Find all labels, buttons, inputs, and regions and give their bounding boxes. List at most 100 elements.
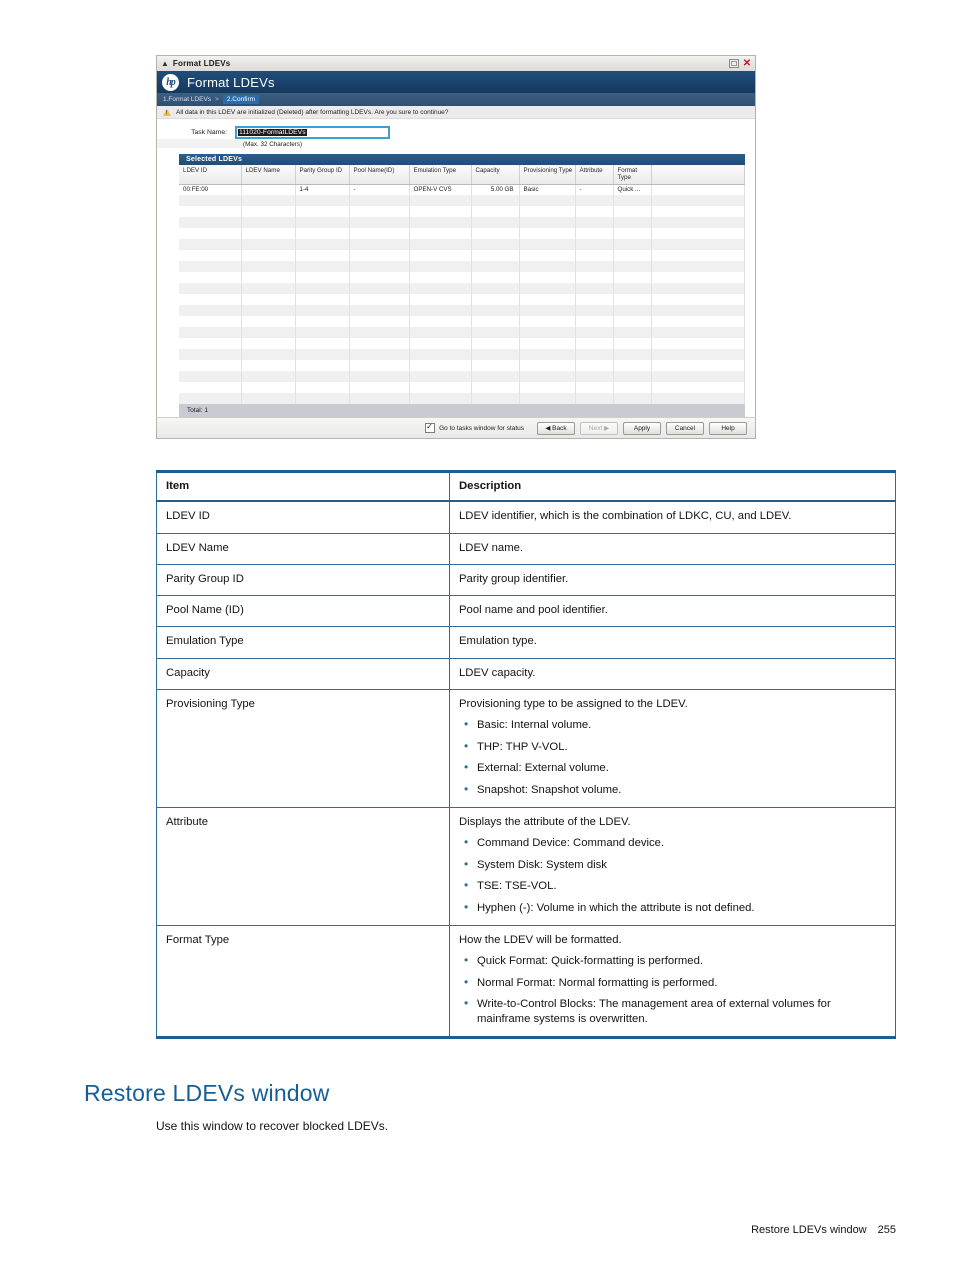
cell-pool-name-id — [349, 294, 410, 305]
cell-pool-name-id — [349, 327, 410, 338]
cell-format-type — [613, 371, 652, 382]
table-row[interactable] — [179, 195, 745, 206]
table-row[interactable] — [179, 327, 745, 338]
table-row[interactable] — [179, 250, 745, 261]
cell-format-type — [613, 195, 652, 206]
table-row[interactable] — [179, 371, 745, 382]
cell-pool-name-id: - — [349, 184, 410, 195]
column-header-attribute[interactable]: Attribute — [575, 165, 614, 185]
table-row[interactable] — [179, 360, 745, 371]
doc-bullet-list: Basic: Internal volume. THP: THP V-VOL. Ex… — [459, 717, 886, 798]
doc-bullet-item: Quick Format: Quick-formatting is perfor… — [464, 953, 886, 969]
column-header-pool-name-id[interactable]: Pool Name(ID) — [349, 165, 410, 185]
cell-attribute — [575, 371, 614, 382]
table-row[interactable]: 00:FE:00 1-4- OPEN-V CVS 5.00 GB Basic - Quick… — [179, 184, 745, 195]
cell-parity-group-id — [295, 228, 350, 239]
column-header-spacer — [651, 165, 745, 185]
go-to-tasks-window-checkbox[interactable]: Go to tasks window for status — [425, 422, 524, 433]
hp-logo-icon: hp — [162, 73, 179, 91]
cell-emulation-type — [409, 349, 472, 360]
table-row[interactable] — [179, 272, 745, 283]
cell-provisioning-type: Basic — [519, 184, 576, 195]
cell-ldev-id — [179, 360, 242, 371]
window-menu-icon[interactable]: ▲ — [161, 59, 169, 68]
cell-emulation-type — [409, 360, 472, 371]
cell-emulation-type — [409, 338, 472, 349]
doc-bullet-item: Command Device: Command device. — [464, 835, 886, 851]
column-header-emulation-type[interactable]: Emulation Type — [409, 165, 472, 185]
breadcrumb-step-2[interactable]: 2.Confirm — [222, 95, 260, 104]
cell-pool-name-id — [349, 239, 410, 250]
table-row[interactable] — [179, 283, 745, 294]
cell-spacer — [651, 338, 745, 349]
column-header-parity-group-id[interactable]: Parity Group ID — [295, 165, 350, 185]
table-row[interactable] — [179, 305, 745, 316]
table-row[interactable] — [179, 393, 745, 404]
cell-provisioning-type — [519, 272, 576, 283]
cell-capacity — [471, 349, 520, 360]
back-button[interactable]: ◀ Back — [537, 421, 575, 435]
selected-ldevs-panel: Selected LDEVs LDEV ID LDEV Name Parity … — [157, 148, 755, 417]
table-row[interactable] — [179, 261, 745, 272]
column-header-ldev-name[interactable]: LDEV Name — [241, 165, 296, 185]
close-icon[interactable]: ✕ — [741, 59, 753, 69]
cell-capacity — [471, 206, 520, 217]
breadcrumb-step-1[interactable]: 1.Format LDEVs — [163, 96, 211, 103]
cell-ldev-name — [241, 327, 296, 338]
table-row[interactable] — [179, 382, 745, 393]
column-header-format-type[interactable]: Format Type — [613, 165, 652, 185]
cell-parity-group-id — [295, 349, 350, 360]
table-row[interactable] — [179, 316, 745, 327]
table-row[interactable] — [179, 217, 745, 228]
help-button[interactable]: Help — [709, 421, 747, 435]
cell-attribute — [575, 195, 614, 206]
cell-ldev-name — [241, 184, 296, 195]
apply-button[interactable]: Apply — [623, 421, 661, 435]
table-row[interactable] — [179, 294, 745, 305]
column-header-ldev-id[interactable]: LDEV ID — [179, 165, 242, 185]
doc-table-row: Parity Group ID Parity group identifier. — [156, 563, 896, 597]
cell-emulation-type — [409, 261, 472, 272]
hp-branding-header: hp Format LDEVs — [156, 71, 756, 93]
cancel-button[interactable]: Cancel — [666, 421, 704, 435]
doc-cell-description: How the LDEV will be formatted. Quick For… — [449, 924, 896, 1039]
maximize-icon[interactable] — [729, 59, 739, 68]
cell-parity-group-id — [295, 250, 350, 261]
cell-spacer — [651, 316, 745, 327]
task-name-value: 111020-FormatLDEVs — [238, 129, 307, 136]
doc-cell-item: Capacity — [156, 657, 450, 690]
table-row[interactable] — [179, 349, 745, 360]
cell-pool-name-id — [349, 338, 410, 349]
cell-ldev-name — [241, 195, 296, 206]
column-header-provisioning-type[interactable]: Provisioning Type — [519, 165, 576, 185]
warning-triangle-icon — [163, 108, 171, 116]
doc-table-row: LDEV Name LDEV name. — [156, 532, 896, 565]
cell-format-type — [613, 393, 652, 404]
cell-attribute — [575, 338, 614, 349]
cell-format-type — [613, 349, 652, 360]
dialog-footer: Go to tasks window for status ◀ Back Nex… — [156, 417, 756, 439]
cell-ldev-name — [241, 283, 296, 294]
cell-spacer — [651, 272, 745, 283]
table-row[interactable] — [179, 206, 745, 217]
table-row[interactable] — [179, 228, 745, 239]
cell-capacity — [471, 217, 520, 228]
cell-parity-group-id — [295, 217, 350, 228]
table-row[interactable] — [179, 338, 745, 349]
doc-cell-description: LDEV identifier, which is the combinatio… — [449, 500, 896, 534]
cell-spacer — [651, 294, 745, 305]
cell-format-type — [613, 327, 652, 338]
column-header-capacity[interactable]: Capacity — [471, 165, 520, 185]
footer-title: Restore LDEVs window — [751, 1224, 867, 1236]
doc-cell-description: Displays the attribute of the LDEV. Comma… — [449, 806, 896, 926]
cell-pool-name-id — [349, 393, 410, 404]
task-name-input[interactable]: 111020-FormatLDEVs — [235, 126, 390, 139]
cell-pool-name-id — [349, 349, 410, 360]
cell-format-type — [613, 338, 652, 349]
cell-capacity — [471, 316, 520, 327]
table-row[interactable] — [179, 239, 745, 250]
cell-parity-group-id — [295, 261, 350, 272]
cell-ldev-id — [179, 371, 242, 382]
doc-cell-description: LDEV name. — [449, 532, 896, 565]
cell-ldev-id — [179, 294, 242, 305]
